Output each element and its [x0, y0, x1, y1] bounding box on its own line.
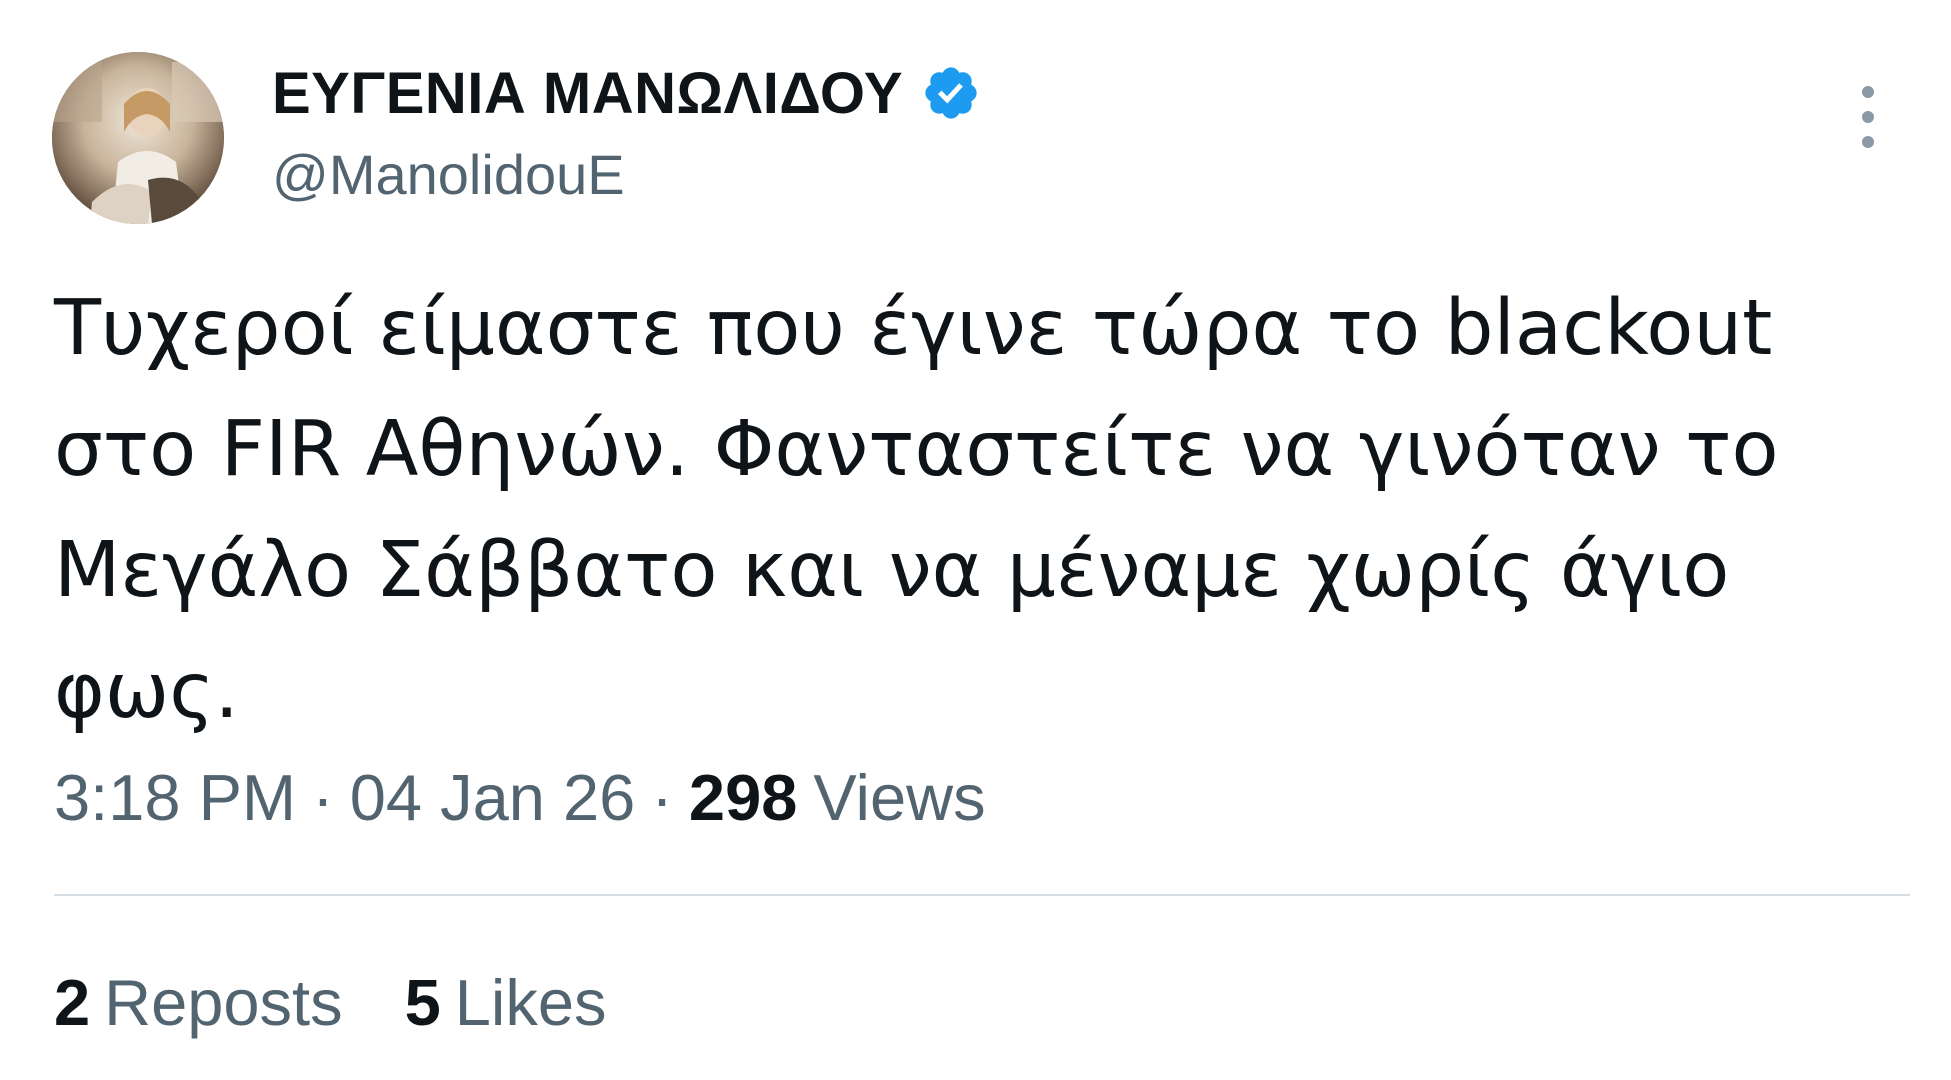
- reposts-stat[interactable]: 2 Reposts: [54, 965, 343, 1040]
- tweet-text: Τυχεροί είμαστε που έγινε τώρα το blacko…: [54, 284, 1779, 736]
- tweet-metadata: 3:18 PM · 04 Jan 26 · 298 Views: [54, 760, 986, 835]
- avatar-photo-icon: [52, 52, 224, 224]
- verified-badge-icon[interactable]: [921, 63, 981, 123]
- reposts-count: 2: [54, 966, 91, 1039]
- likes-stat[interactable]: 5 Likes: [405, 965, 607, 1040]
- tweet-date[interactable]: 04 Jan 26: [350, 760, 636, 835]
- engagement-stats: 2 Reposts 5 Likes: [54, 965, 669, 1040]
- author-avatar[interactable]: [52, 52, 224, 224]
- reposts-label: Reposts: [104, 966, 343, 1039]
- likes-label: Likes: [454, 966, 607, 1039]
- author-handle[interactable]: @ManolidouE: [272, 142, 625, 207]
- more-options-icon[interactable]: [1856, 84, 1880, 150]
- views-count: 298: [688, 761, 798, 834]
- tweet-card: ΕΥΓΕΝΙΑ ΜΑΝΩΛΙΔΟΥ @ManolidouE Τυχεροί εί…: [0, 0, 1951, 1080]
- author-display-name[interactable]: ΕΥΓΕΝΙΑ ΜΑΝΩΛΙΔΟΥ: [272, 60, 903, 127]
- tweet-time[interactable]: 3:18 PM: [54, 760, 296, 835]
- meta-separator: ·: [312, 761, 334, 834]
- views-label: Views: [813, 761, 986, 834]
- likes-count: 5: [404, 966, 441, 1039]
- divider: [54, 894, 1910, 896]
- meta-separator: ·: [651, 761, 673, 834]
- author-name-row: ΕΥΓΕΝΙΑ ΜΑΝΩΛΙΔΟΥ: [272, 60, 981, 126]
